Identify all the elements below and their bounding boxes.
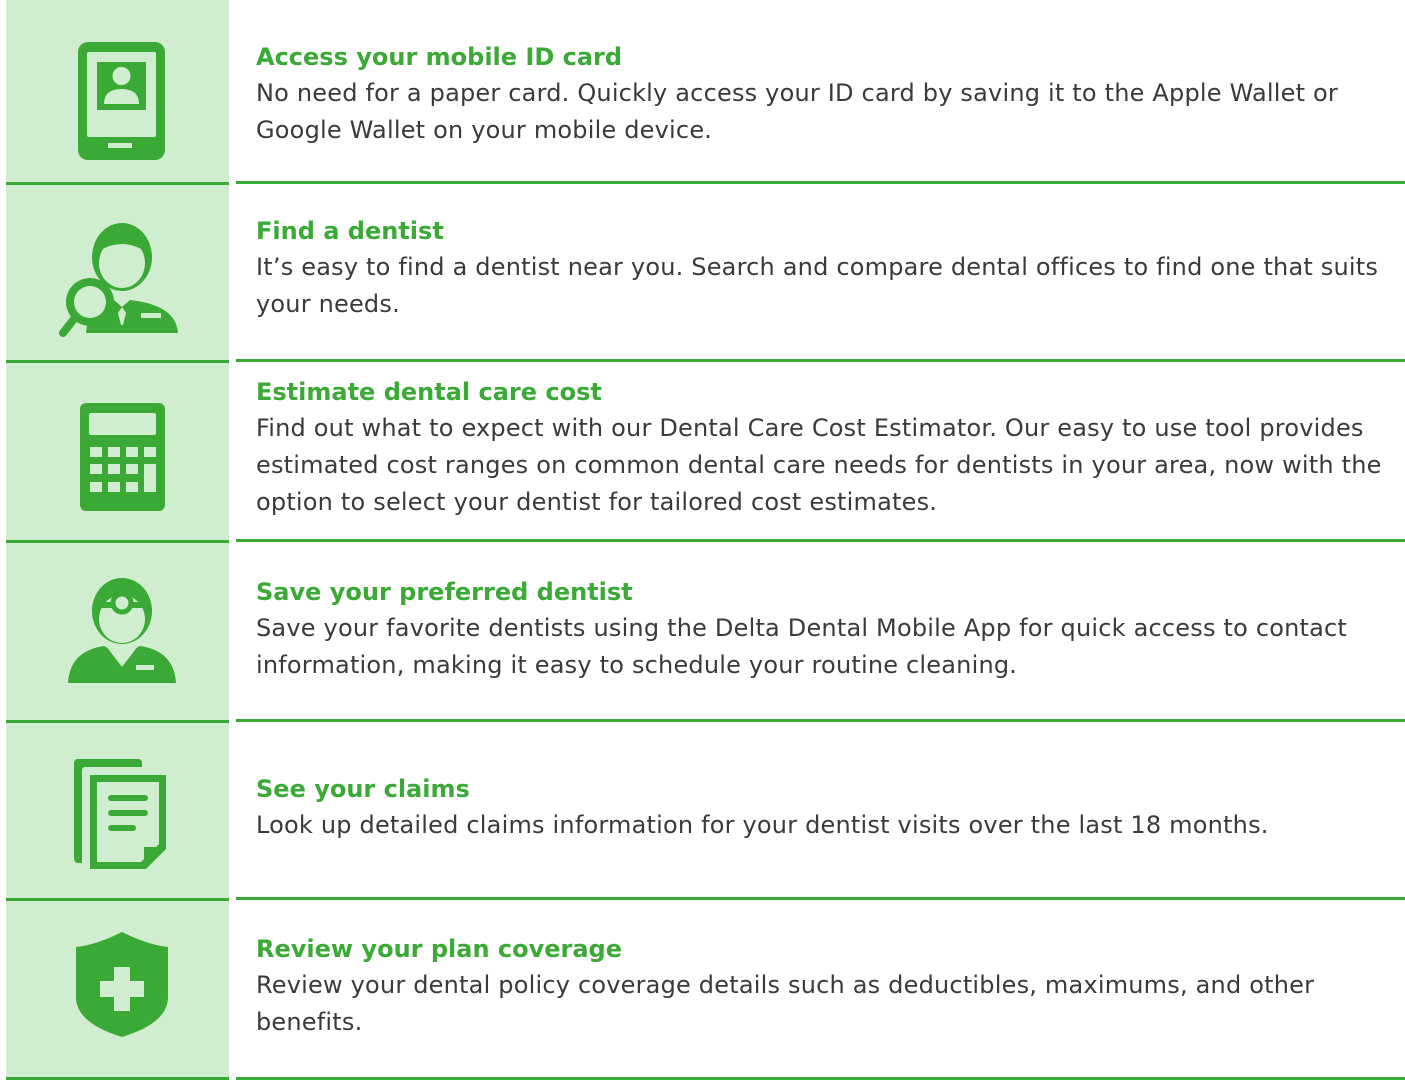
feature-title: Save your preferred dentist <box>256 578 633 606</box>
row-divider <box>236 539 1405 542</box>
calculator-icon <box>80 403 165 511</box>
feature-description: Look up detailed claims information for … <box>256 811 1269 839</box>
feature-description: Review your dental policy coverage detai… <box>256 971 1315 1036</box>
dentist-icon <box>68 578 176 683</box>
feature-description: Save your favorite dentists using the De… <box>256 614 1348 679</box>
row-divider <box>236 719 1405 722</box>
mobile-id-card-icon <box>78 42 165 160</box>
feature-row-cost-estimate: Estimate dental care cost Find out what … <box>0 363 1405 540</box>
find-dentist-icon <box>59 223 178 337</box>
feature-text: Estimate dental care cost Find out what … <box>256 374 1389 521</box>
shield-plus-icon <box>76 932 168 1037</box>
feature-text: Review your plan coverage Review your de… <box>256 931 1389 1041</box>
feature-text: See your claims Look up detailed claims … <box>256 771 1389 844</box>
feature-row-mobile-id: Access your mobile ID card No need for a… <box>0 0 1405 182</box>
feature-description: It’s easy to find a dentist near you. Se… <box>256 253 1379 318</box>
feature-row-find-dentist: Find a dentist It’s easy to find a denti… <box>0 185 1405 360</box>
feature-text: Save your preferred dentist Save your fa… <box>256 574 1389 684</box>
icon-panel <box>6 363 229 540</box>
feature-title: Find a dentist <box>256 217 444 245</box>
icon-panel <box>6 185 229 360</box>
feature-row-preferred-dentist: Save your preferred dentist Save your fa… <box>0 543 1405 720</box>
feature-title: See your claims <box>256 775 470 803</box>
row-divider <box>236 181 1405 184</box>
feature-description: Find out what to expect with our Dental … <box>256 414 1382 516</box>
feature-title: Review your plan coverage <box>256 935 623 963</box>
icon-panel <box>6 723 229 898</box>
row-divider <box>236 359 1405 362</box>
feature-text: Find a dentist It’s easy to find a denti… <box>256 213 1389 323</box>
feature-row-claims: See your claims Look up detailed claims … <box>0 723 1405 898</box>
claims-documents-icon <box>74 759 166 869</box>
row-divider <box>236 897 1405 900</box>
icon-panel <box>6 543 229 720</box>
icon-panel <box>6 901 229 1077</box>
feature-text: Access your mobile ID card No need for a… <box>256 39 1389 149</box>
icon-panel <box>6 0 229 182</box>
feature-title: Access your mobile ID card <box>256 43 623 71</box>
feature-row-coverage: Review your plan coverage Review your de… <box>0 901 1405 1077</box>
feature-title: Estimate dental care cost <box>256 378 602 406</box>
feature-description: No need for a paper card. Quickly access… <box>256 79 1338 144</box>
